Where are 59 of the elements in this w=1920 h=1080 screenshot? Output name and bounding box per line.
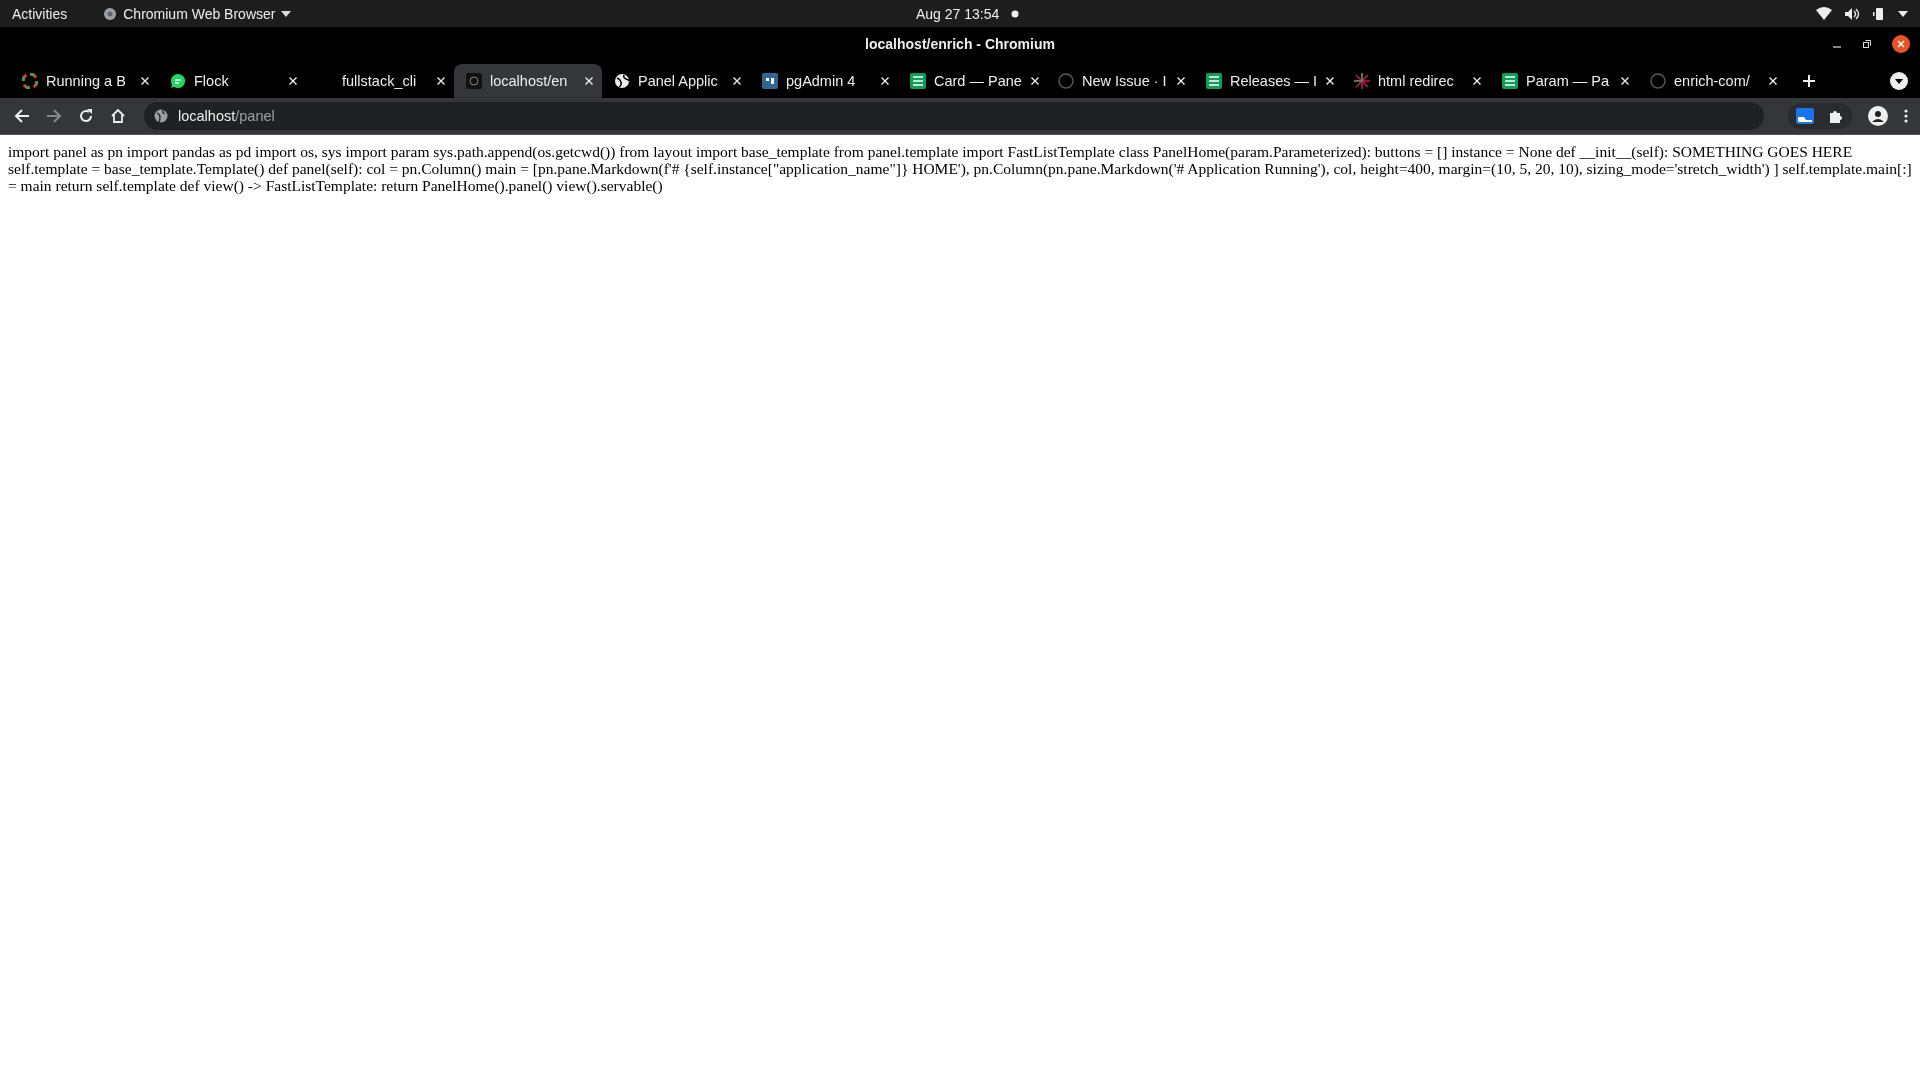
menu-icon[interactable] xyxy=(1904,108,1908,124)
page-text: import panel as pn import pandas as pd import os, sys import param sys.path.append(os.getcwd()) from layout import base_template from panel.template import FastListTemplate class PanelHome(param.Parameterized): buttons = [] instance = None def __init__(self): SOMETHING GOES HERE self.template = base_template.Template() def panel(self): col = pn.Column() main = [pn.pane.Markdown(f'# {self.instance["application_name"]} HOME'), pn.Column(pn.pane.Markdown('# Application Running'), col, height=400, margin=(10, 5, 20, 10), sizing_mode='stretch_width') ] self.template.main[:] = main return self.template def view() -> FastListTemplate: return PanelHome().panel() view().servable() xyxy=(8,143,1912,194)
browser-tab[interactable]: New Issue · I xyxy=(1046,64,1194,98)
battery-icon[interactable] xyxy=(1872,6,1886,21)
browser-tab[interactable]: fullstack_cli xyxy=(306,64,454,98)
chromium-icon xyxy=(103,6,118,21)
close-tab-icon[interactable] xyxy=(880,76,890,86)
sliders-icon xyxy=(1206,73,1222,89)
new-tab-icon[interactable] xyxy=(1802,74,1816,88)
globe-icon xyxy=(614,73,630,89)
browser-tab[interactable]: Param — Pa xyxy=(1490,64,1638,98)
chat-bubble-icon xyxy=(170,73,186,89)
address-bar[interactable]: localhost/panel xyxy=(144,102,1764,130)
sparkle-icon xyxy=(1354,73,1370,89)
color-wheel-icon xyxy=(22,73,38,89)
browser-tab[interactable]: Releases — I xyxy=(1194,64,1342,98)
globe-icon xyxy=(154,109,168,123)
close-tab-icon[interactable] xyxy=(1325,76,1336,86)
caret-icon[interactable] xyxy=(1898,10,1908,17)
window-title: localhost/enrich - Chromium xyxy=(865,36,1055,52)
back-icon[interactable] xyxy=(14,108,30,124)
app-menu[interactable]: Chromium Web Browser xyxy=(103,5,292,22)
extension-icon[interactable] xyxy=(1796,108,1814,124)
close-tab-icon[interactable] xyxy=(1472,76,1482,86)
browser-tab[interactable]: enrich-com/ xyxy=(1638,64,1786,98)
forward-icon[interactable] xyxy=(46,108,62,124)
browser-tab[interactable]: pgAdmin 4 xyxy=(750,64,898,98)
notification-dot-icon xyxy=(1011,10,1020,18)
clock[interactable]: Aug 27 13:54 xyxy=(916,6,1000,22)
close-tab-icon[interactable] xyxy=(140,76,150,86)
caret-icon xyxy=(281,10,292,17)
close-tab-icon[interactable] xyxy=(1768,76,1778,86)
sliders-icon xyxy=(910,73,926,89)
close-tab-icon[interactable] xyxy=(1029,76,1040,86)
puzzle-icon[interactable] xyxy=(1828,108,1844,124)
close-tab-icon[interactable] xyxy=(1176,76,1186,86)
browser-tab[interactable]: html redirec xyxy=(1342,64,1490,98)
browser-tab[interactable]: Card — Pane xyxy=(898,64,1046,98)
sliders-icon xyxy=(1502,73,1518,89)
browser-tab[interactable]: Panel Applic xyxy=(602,64,750,98)
wifi-icon[interactable] xyxy=(1816,6,1832,21)
close-tab-icon[interactable] xyxy=(288,76,298,86)
square-logo-icon xyxy=(762,73,778,89)
browser-tab[interactable]: Running a B xyxy=(10,64,158,98)
activities-button[interactable]: Activities xyxy=(12,5,68,22)
profile-icon[interactable] xyxy=(1868,106,1888,126)
restore-icon[interactable] xyxy=(1862,39,1872,49)
browser-tab[interactable]: localhost/en xyxy=(454,64,602,98)
reload-icon[interactable] xyxy=(78,108,94,124)
close-tab-icon[interactable] xyxy=(732,76,742,86)
close-icon[interactable] xyxy=(1892,35,1910,53)
close-tab-icon[interactable] xyxy=(1620,76,1630,86)
page-icon xyxy=(466,73,482,89)
browser-tab[interactable]: Flock xyxy=(158,64,306,98)
tab-search-icon[interactable] xyxy=(1890,72,1908,90)
home-icon[interactable] xyxy=(110,108,126,124)
volume-icon[interactable] xyxy=(1844,6,1860,21)
close-tab-icon[interactable] xyxy=(436,76,446,86)
close-tab-icon[interactable] xyxy=(584,76,594,86)
